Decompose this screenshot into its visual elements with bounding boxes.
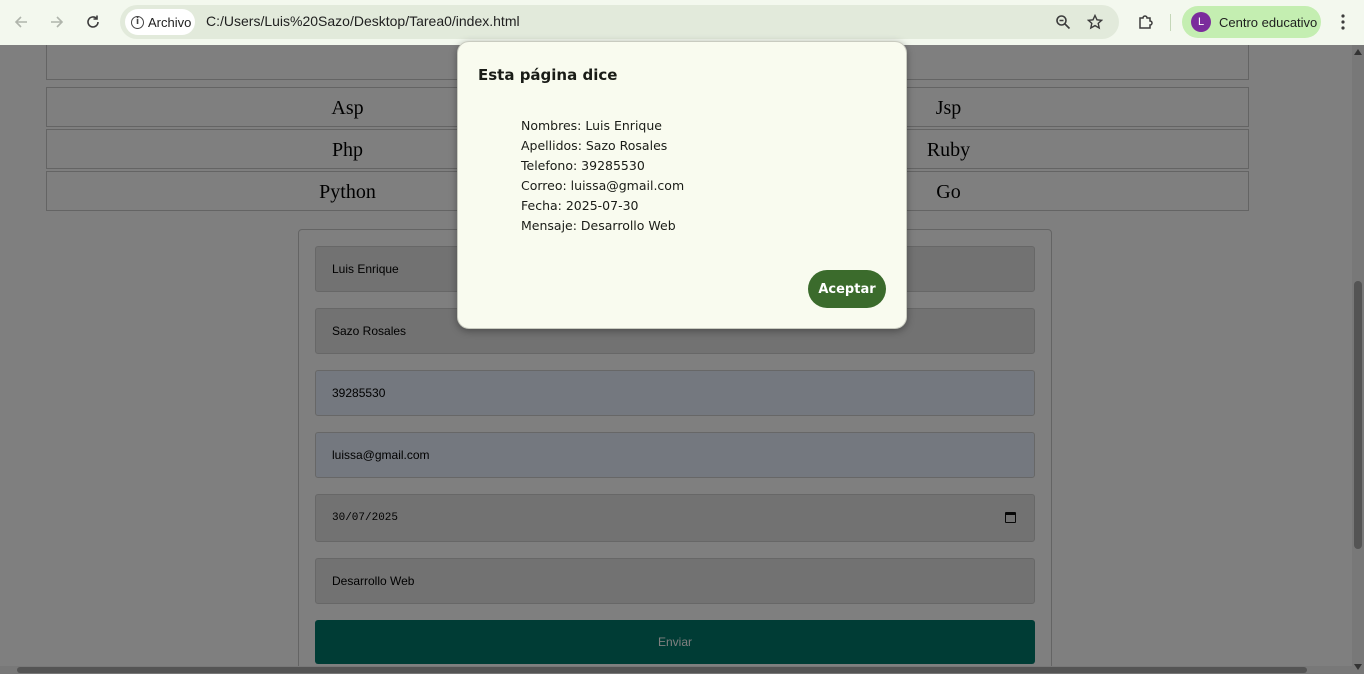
dialog-line: Apellidos: Sazo Rosales (521, 138, 668, 153)
dialog-message: Nombres: Luis Enrique Apellidos: Sazo Ro… (521, 116, 684, 236)
info-icon: i (131, 15, 144, 29)
avatar: L (1191, 12, 1211, 32)
back-arrow-icon[interactable] (9, 10, 33, 34)
dialog-line: Telefono: 39285530 (521, 158, 645, 173)
bookmark-star-icon[interactable] (1085, 12, 1105, 32)
browser-toolbar: i Archivo C:/Users/Luis%20Sazo/Desktop/T… (0, 0, 1364, 45)
dialog-line: Fecha: 2025-07-30 (521, 198, 639, 213)
dialog-line: Nombres: Luis Enrique (521, 118, 662, 133)
menu-kebab-icon[interactable] (1331, 10, 1355, 34)
site-info-chip[interactable]: i Archivo (125, 9, 195, 35)
dialog-line: Mensaje: Desarrollo Web (521, 218, 676, 233)
zoom-icon[interactable] (1053, 12, 1073, 32)
reload-icon[interactable] (81, 10, 105, 34)
site-chip-label: Archivo (148, 14, 192, 30)
alert-dialog: Esta página dice Nombres: Luis Enrique A… (457, 41, 907, 329)
dialog-title: Esta página dice (478, 66, 618, 84)
toolbar-separator (1170, 14, 1171, 31)
dialog-line: Correo: luissa@gmail.com (521, 178, 685, 193)
accept-button[interactable]: Aceptar (808, 270, 886, 308)
url-text[interactable]: C:/Users/Luis%20Sazo/Desktop/Tarea0/inde… (206, 13, 520, 29)
forward-arrow-icon[interactable] (45, 10, 69, 34)
address-bar[interactable]: i Archivo C:/Users/Luis%20Sazo/Desktop/T… (120, 5, 1119, 39)
profile-button[interactable]: L Centro educativo (1182, 6, 1321, 38)
profile-label: Centro educativo (1219, 14, 1318, 30)
extensions-puzzle-icon[interactable] (1134, 10, 1158, 34)
